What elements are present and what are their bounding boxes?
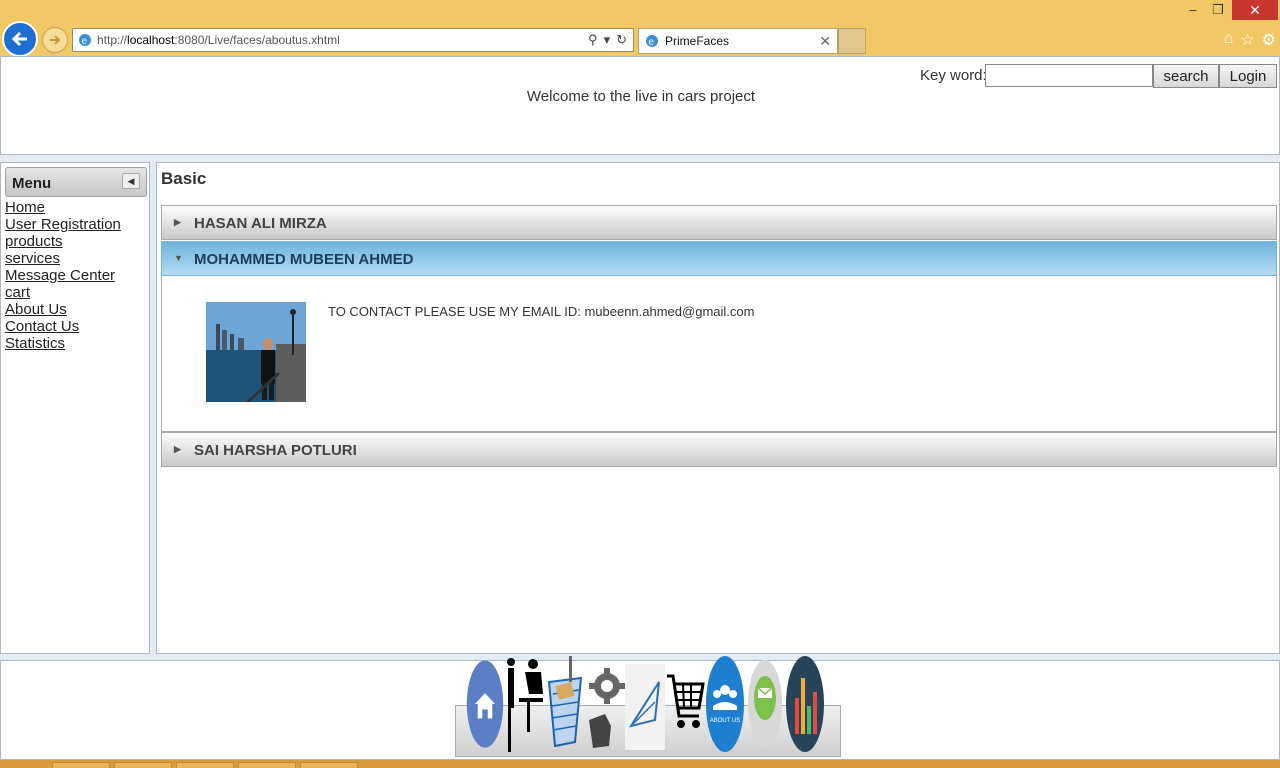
svg-text:e: e <box>82 36 88 47</box>
menu-item-message-center[interactable]: Message Center <box>5 267 121 284</box>
search-button[interactable]: search <box>1153 64 1219 88</box>
menu-item-services[interactable]: services <box>5 250 121 267</box>
collapse-toggle-icon[interactable]: ◀ <box>122 173 140 189</box>
dock-message-icon[interactable] <box>625 654 665 754</box>
menu-header: Menu ◀ <box>5 167 147 197</box>
address-bar[interactable]: e http://localhost:8080/Live/faces/about… <box>72 28 634 52</box>
menu-item-cart[interactable]: cart <box>5 284 121 301</box>
minimize-button[interactable]: – <box>1180 0 1206 20</box>
accordion-header-sai[interactable]: ▶ SAI HARSHA POTLURI <box>161 432 1277 467</box>
home-icon[interactable]: ⌂ <box>1224 30 1234 50</box>
back-button[interactable] <box>2 21 38 57</box>
collapsed-arrow-icon: ▶ <box>174 444 181 454</box>
accordion-header-hasan[interactable]: ▶ HASAN ALI MIRZA <box>161 205 1277 240</box>
accordion: ▶ HASAN ALI MIRZA ▼ MOHAMMED MUBEEN AHME… <box>161 205 1277 467</box>
accordion-header-mubeen[interactable]: ▼ MOHAMMED MUBEEN AHMED <box>161 241 1277 276</box>
login-button[interactable]: Login <box>1219 64 1277 88</box>
west-panel: Menu ◀ Home User Registration products s… <box>0 162 150 654</box>
ie-page-icon: e <box>79 34 91 47</box>
url-host: localhost <box>127 33 175 47</box>
dock-cart-icon[interactable] <box>665 654 705 754</box>
new-tab-button[interactable] <box>838 28 866 54</box>
taskbar-button[interactable] <box>114 762 172 768</box>
about-us-label: ABOUT US <box>710 718 741 724</box>
taskbar-button[interactable] <box>300 762 358 768</box>
expanded-arrow-icon: ▼ <box>174 253 183 263</box>
profile-photo <box>206 302 306 402</box>
menu-item-user-registration[interactable]: User Registration <box>5 216 121 233</box>
menu-title: Menu <box>12 175 52 192</box>
favorites-star-icon[interactable]: ☆ <box>1240 30 1254 50</box>
menu-list: Home User Registration products services… <box>5 199 121 352</box>
dock-statistics-icon[interactable] <box>785 654 825 754</box>
dock-user-registration-icon[interactable] <box>505 654 545 754</box>
svg-text:e: e <box>649 37 655 48</box>
welcome-text: Welcome to the live in cars project <box>526 88 756 105</box>
close-window-button[interactable]: ✕ <box>1232 0 1278 20</box>
restore-button[interactable]: ❐ <box>1205 0 1231 20</box>
dock-about-us-icon[interactable]: ABOUT US <box>705 654 745 754</box>
dropdown-icon[interactable]: ▾ <box>604 32 611 48</box>
close-tab-icon[interactable]: ✕ <box>819 33 831 50</box>
north-panel: Key word: search Login Welcome to the li… <box>0 56 1280 155</box>
menu-item-products[interactable]: products <box>5 233 121 250</box>
taskbar-button[interactable] <box>238 762 296 768</box>
dock-home-icon[interactable] <box>465 654 505 754</box>
url-path: :8080/Live/faces/aboutus.xhtml <box>174 33 340 47</box>
ie-tab-icon: e <box>646 35 658 48</box>
menu-item-contact-us[interactable]: Contact Us <box>5 318 121 335</box>
forward-arrow-icon <box>50 35 61 45</box>
page-layout: Key word: search Login Welcome to the li… <box>0 56 1280 760</box>
dock-products-icon[interactable] <box>545 654 585 754</box>
tab-title: PrimeFaces <box>665 34 730 48</box>
taskbar-button[interactable] <box>52 762 110 768</box>
keyword-input[interactable] <box>985 64 1153 87</box>
url-prefix: http:// <box>97 33 128 47</box>
menu-item-home[interactable]: Home <box>5 199 121 216</box>
contact-text: TO CONTACT PLEASE USE MY EMAIL ID: mubee… <box>328 304 755 319</box>
dock-services-icon[interactable] <box>585 654 625 754</box>
center-panel: Basic ▶ HASAN ALI MIRZA ▼ MOHAMMED MUBEE… <box>156 162 1280 654</box>
keyword-label: Key word: <box>920 67 987 84</box>
collapsed-arrow-icon: ▶ <box>174 217 181 227</box>
browser-tab[interactable]: e PrimeFaces ✕ <box>638 28 838 54</box>
dock: ABOUT US <box>465 654 825 754</box>
section-title: Basic <box>161 169 207 188</box>
dock-contact-us-icon[interactable] <box>745 654 785 754</box>
accordion-content-mubeen: TO CONTACT PLEASE USE MY EMAIL ID: mubee… <box>161 276 1277 432</box>
south-panel: ABOUT US <box>0 656 1280 760</box>
taskbar-button[interactable] <box>176 762 234 768</box>
back-arrow-icon <box>11 31 27 47</box>
browser-chrome: – ❐ ✕ e http://localhost:8080/Live/faces… <box>0 0 1280 57</box>
refresh-icon[interactable]: ↻ <box>616 32 627 48</box>
menu-item-statistics[interactable]: Statistics <box>5 335 121 352</box>
settings-gear-icon[interactable]: ⚙ <box>1262 30 1276 50</box>
menu-item-about-us[interactable]: About Us <box>5 301 121 318</box>
search-icon[interactable]: ⚲ <box>588 32 598 48</box>
forward-button[interactable] <box>42 27 68 53</box>
